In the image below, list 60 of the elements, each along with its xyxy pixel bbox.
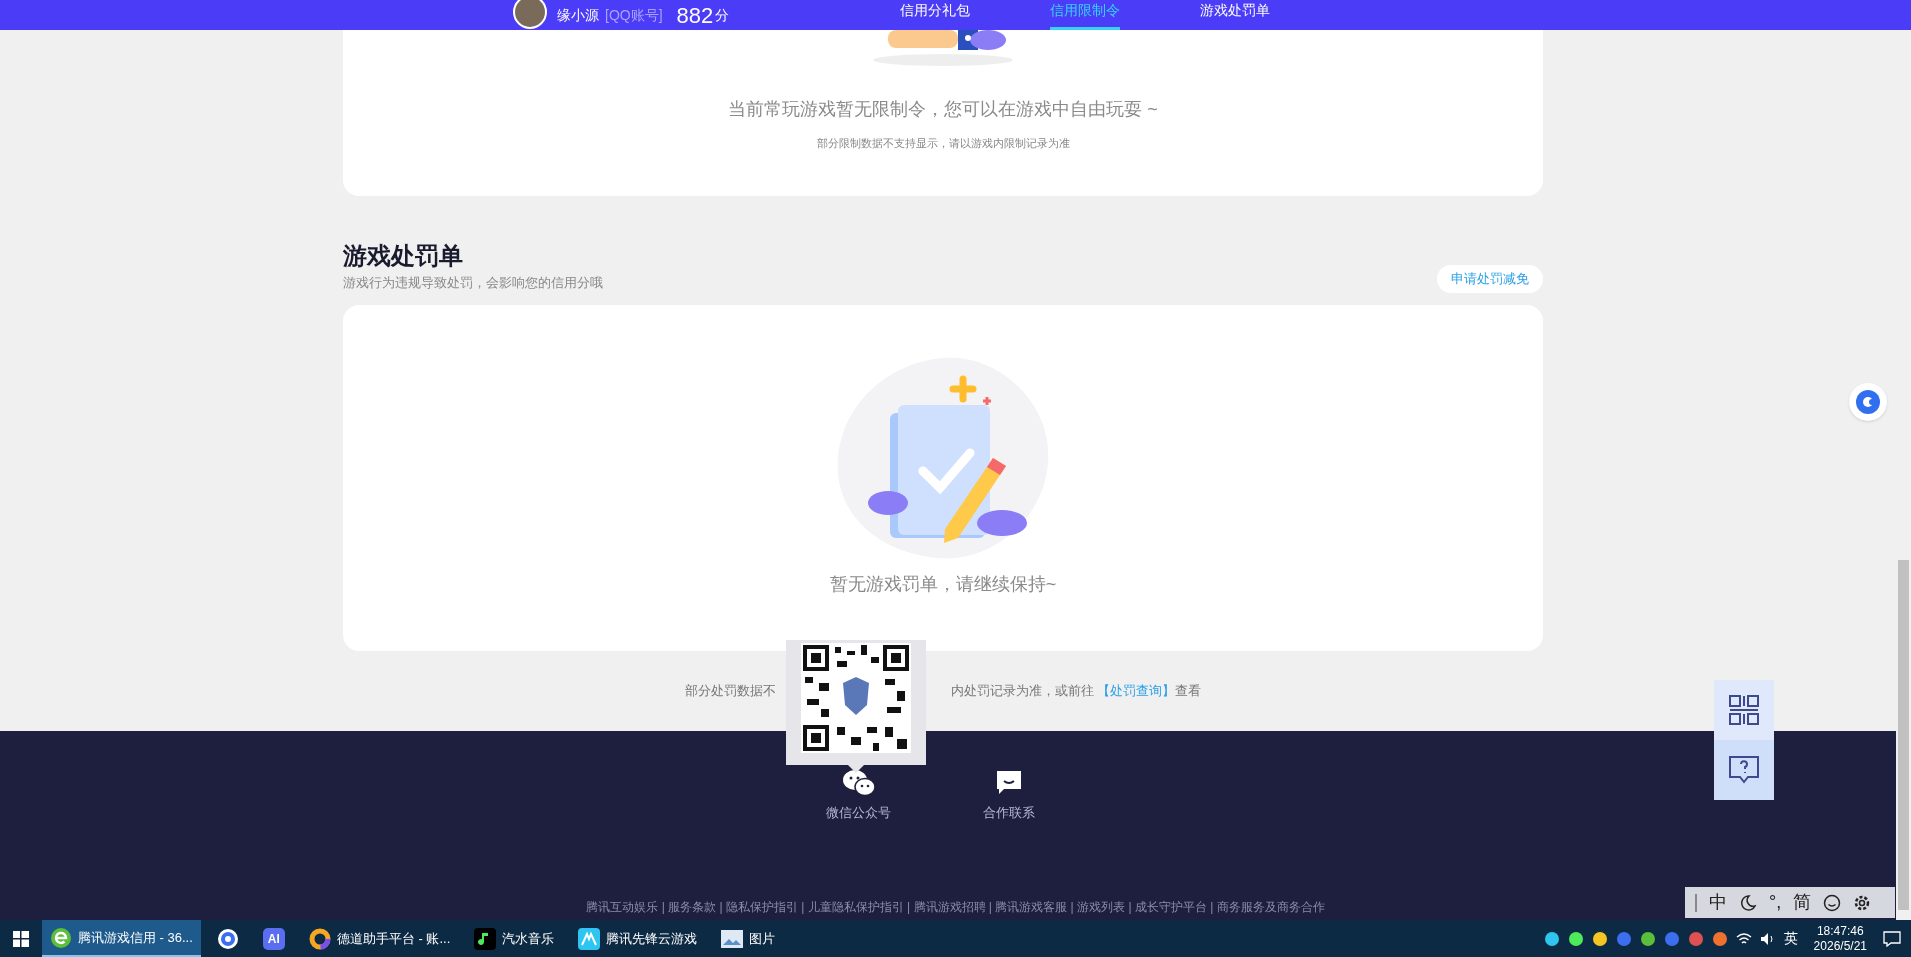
clock-time[interactable]: 18:47:46 [1816, 923, 1864, 939]
tray-icon[interactable] [1639, 930, 1656, 947]
ai-app-icon: AI [262, 927, 285, 950]
input-language-indicator[interactable]: 英 [1783, 928, 1798, 949]
wechat-icon [841, 768, 876, 797]
taskbar-app[interactable]: AI [254, 920, 293, 957]
ime-option[interactable]: 中 [1709, 889, 1727, 916]
tray-icon[interactable] [1687, 930, 1704, 947]
clock-date[interactable]: 2026/5/21 [1813, 938, 1867, 954]
taskbar-app[interactable]: 腾讯先锋云游戏 [570, 920, 706, 957]
browser-icon [50, 926, 72, 949]
qr-code-button[interactable] [1714, 680, 1774, 740]
help-icon [1728, 754, 1760, 786]
assistant-icon [1855, 389, 1881, 415]
picture-icon [721, 929, 744, 948]
ime-option[interactable]: °, [1769, 889, 1782, 916]
wifi-icon[interactable] [1735, 931, 1752, 946]
tray-icon[interactable] [1567, 930, 1584, 947]
scrollbar-thumb[interactable] [1898, 560, 1909, 910]
qr-code-icon [801, 643, 911, 753]
footer-link[interactable]: 合作联系 [983, 802, 1035, 822]
footnote-text: 查看 [1175, 681, 1202, 700]
account-type: [QQ账号] [605, 5, 663, 25]
volume-icon[interactable] [1759, 931, 1776, 946]
windows-start-icon[interactable] [13, 930, 29, 947]
tray-icon[interactable] [1591, 930, 1608, 947]
empty-message: 当前常玩游戏暂无限制令，您可以在游戏中自由玩耍 ~ [728, 98, 1158, 121]
footer-links: 腾讯互动娱乐 | 服务条款 | 隐私保护指引 | 儿童隐私保护指引 | 腾讯游戏招聘 | 腾讯游戏客服 | 游戏列表 | 成长守护平台 | 商务服务及商务合作 [586, 899, 1325, 916]
app-icon [578, 927, 601, 950]
emoji-icon[interactable] [1823, 893, 1842, 912]
tray-icon[interactable] [1711, 930, 1728, 947]
footnote-text: 部分处罚数据不 [684, 681, 776, 700]
qr-code-icon [1728, 694, 1760, 726]
section-title: 游戏处罚单 [343, 241, 464, 271]
username: 缘小源 [557, 5, 599, 25]
music-note-icon [474, 927, 497, 950]
footer-link[interactable]: 微信公众号 [826, 802, 891, 822]
taskbar-app[interactable]: 汽水音乐 [466, 920, 563, 957]
taskbar-app[interactable]: 图片 [713, 920, 784, 957]
section-subtitle: 游戏行为违规导致处罚，会影响您的信用分哦 [343, 274, 603, 292]
restriction-note: 部分限制数据不支持显示，请以游戏内限制记录为准 [816, 136, 1070, 151]
taskbar-app[interactable]: 德道助手平台 - 账... [300, 920, 459, 957]
settings-icon[interactable] [1853, 893, 1872, 912]
credit-score: 882 [676, 1, 714, 30]
ime-option[interactable]: 简 [1793, 889, 1812, 916]
ring-icon [308, 927, 331, 950]
assistant-button[interactable] [1849, 383, 1887, 421]
moon-icon[interactable] [1739, 893, 1757, 912]
avatar [513, 0, 547, 29]
notification-icon[interactable] [1883, 930, 1901, 947]
browser-icon [216, 927, 239, 950]
nav-tab[interactable]: 信用分礼包 [900, 0, 970, 30]
tray-icon[interactable] [1543, 930, 1560, 947]
chat-icon [995, 768, 1023, 797]
help-button[interactable] [1714, 740, 1774, 800]
score-unit: 分 [715, 5, 730, 25]
taskbar-app[interactable]: 腾讯游戏信用 - 36... [42, 920, 201, 957]
empty-message: 暂无游戏罚单，请继续保持~ [829, 572, 1057, 596]
nav-tab[interactable]: 游戏处罚单 [1200, 0, 1270, 30]
footnote-text: 内处罚记录为准，或前往 [950, 681, 1095, 700]
